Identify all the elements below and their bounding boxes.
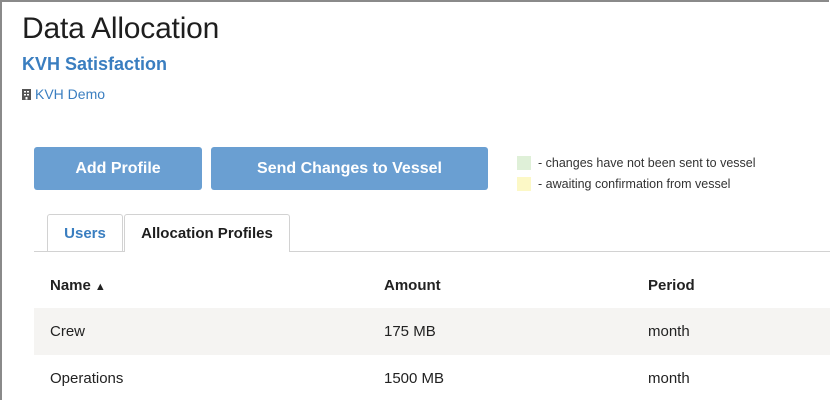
tab-allocation-profiles[interactable]: Allocation Profiles (124, 214, 290, 252)
table-header-row: Name ▲ Amount Period (34, 262, 830, 308)
cell-name: Crew (50, 323, 86, 340)
tab-bar: Users Allocation Profiles (34, 214, 830, 252)
status-legend: - changes have not been sent to vessel -… (517, 152, 756, 194)
sort-asc-icon: ▲ (94, 280, 106, 293)
account-link[interactable]: KVH Demo (22, 86, 105, 102)
legend-label: - awaiting confirmation from vessel (538, 176, 731, 191)
tab-users[interactable]: Users (47, 214, 123, 251)
cell-name: Operations (50, 370, 124, 387)
cell-period: month (648, 370, 690, 387)
table-row[interactable]: Operations 1500 MB month (34, 355, 830, 402)
legend-label: - changes have not been sent to vessel (538, 155, 756, 170)
table-row[interactable]: Crew 175 MB month (34, 308, 830, 355)
column-header-name[interactable]: Name ▲ (50, 277, 106, 294)
add-profile-button[interactable]: Add Profile (34, 147, 202, 190)
vessel-link[interactable]: KVH Satisfaction (22, 54, 167, 75)
page-title: Data Allocation (22, 12, 220, 45)
cell-amount: 175 MB (384, 323, 436, 340)
legend-item-awaiting: - awaiting confirmation from vessel (517, 173, 756, 194)
cell-amount: 1500 MB (384, 370, 445, 387)
send-changes-button[interactable]: Send Changes to Vessel (211, 147, 488, 190)
column-header-amount[interactable]: Amount (384, 277, 441, 294)
column-header-name-label: Name (50, 276, 91, 294)
green-swatch (517, 155, 531, 170)
column-header-period[interactable]: Period (648, 277, 695, 294)
account-label: KVH Demo (35, 86, 106, 102)
cell-period: month (648, 323, 690, 340)
yellow-swatch (517, 176, 531, 191)
profiles-table: Name ▲ Amount Period Crew 175 MB month Op… (34, 262, 830, 402)
legend-item-unsent: - changes have not been sent to vessel (517, 152, 756, 173)
building-icon (22, 88, 31, 100)
